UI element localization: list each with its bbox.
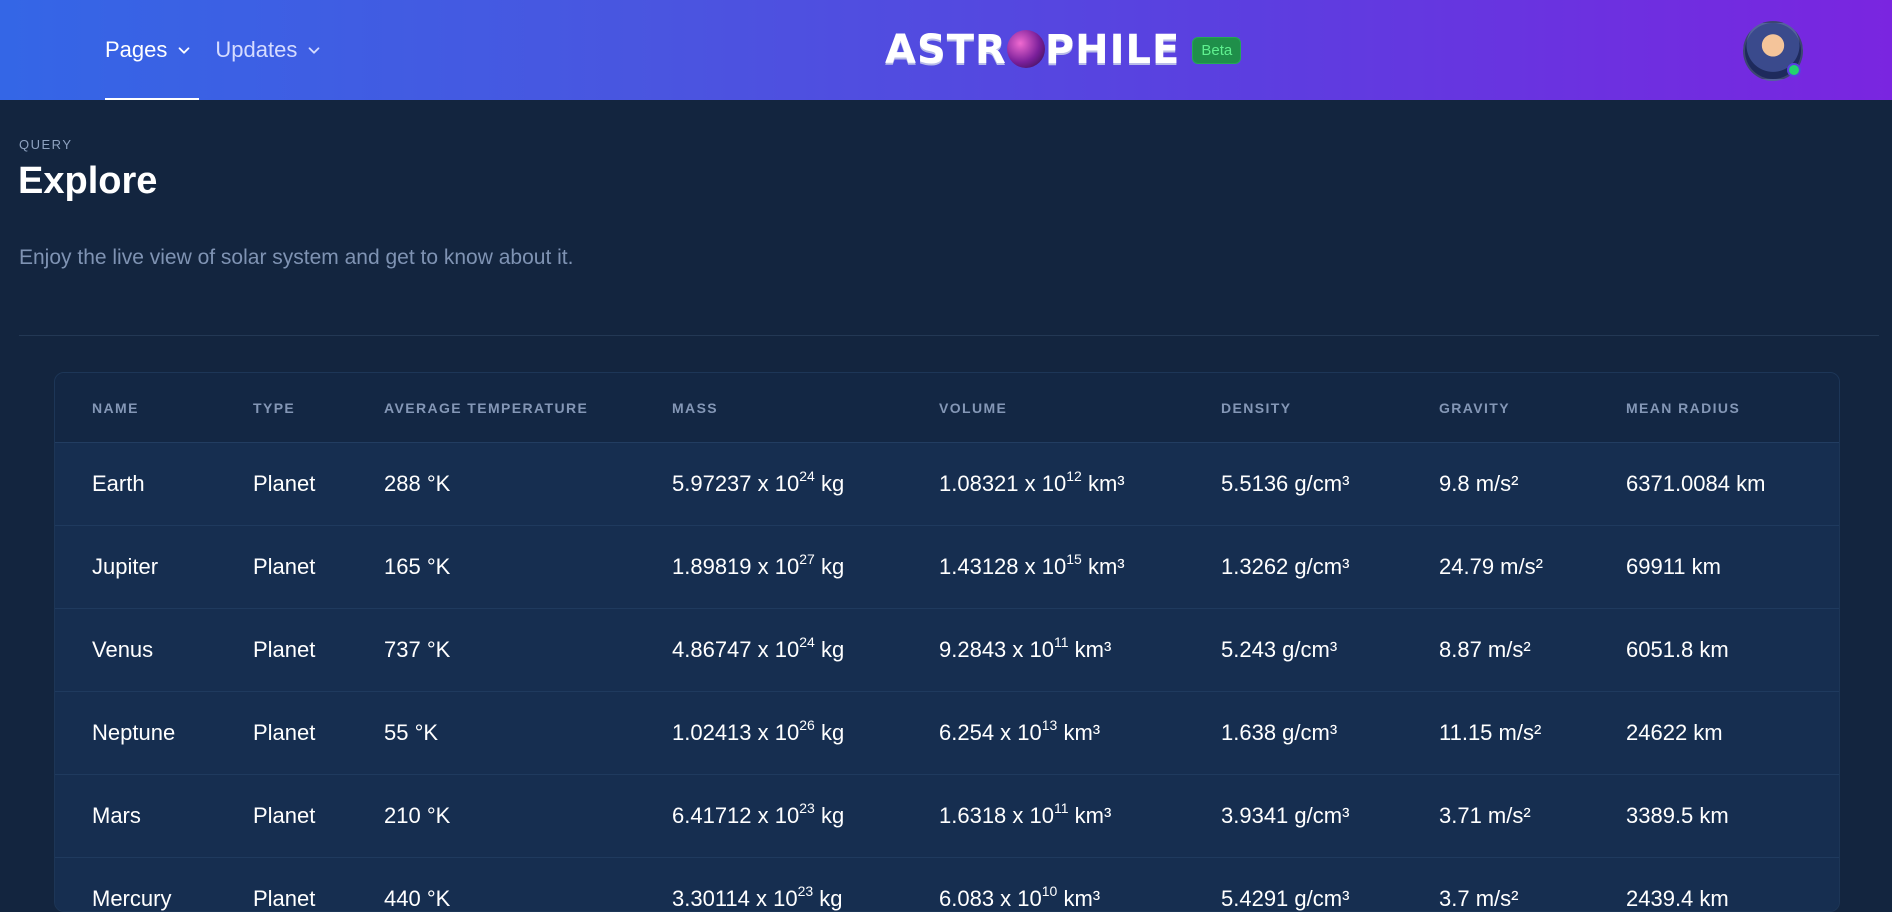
column-header-type[interactable]: TYPE	[253, 400, 295, 416]
column-header-mass[interactable]: MASS	[672, 400, 718, 416]
column-header-temperature[interactable]: AVERAGE TEMPERATURE	[384, 400, 588, 416]
cell-density: 1.3262 g/cm³	[1221, 554, 1350, 579]
cell-gravity: 9.8 m/s²	[1439, 471, 1519, 496]
table-row[interactable]: Jupiter Planet 165 °K 1.89819 x 1027 kg …	[55, 526, 1839, 609]
table-row[interactable]: Mars Planet 210 °K 6.41712 x 1023 kg 1.6…	[55, 775, 1839, 858]
chevron-down-icon	[178, 47, 190, 54]
cell-density: 1.638 g/cm³	[1221, 720, 1338, 745]
cell-volume: 1.6318 x 1011 km³	[939, 799, 1112, 828]
cell-type: Planet	[253, 471, 316, 496]
cell-mean-radius: 6051.8 km	[1626, 637, 1729, 662]
cell-gravity: 11.15 m/s²	[1439, 720, 1542, 745]
cell-temperature: 55 °K	[384, 720, 439, 745]
cell-volume: 1.43128 x 1015 km³	[939, 550, 1125, 579]
cell-name: Jupiter	[92, 554, 159, 579]
cell-gravity: 3.7 m/s²	[1439, 886, 1519, 911]
cell-name: Mercury	[92, 886, 172, 911]
cell-density: 5.5136 g/cm³	[1221, 471, 1350, 496]
cell-gravity: 24.79 m/s²	[1439, 554, 1543, 579]
cell-name: Mars	[92, 803, 141, 828]
cell-density: 5.4291 g/cm³	[1221, 886, 1350, 911]
cell-gravity: 8.87 m/s²	[1439, 637, 1531, 662]
chevron-down-icon	[308, 47, 320, 54]
table-row[interactable]: Venus Planet 737 °K 4.86747 x 1024 kg 9.…	[55, 609, 1839, 692]
cell-mean-radius: 2439.4 km	[1626, 886, 1729, 911]
cell-mean-radius: 3389.5 km	[1626, 803, 1729, 828]
cell-density: 3.9341 g/cm³	[1221, 803, 1350, 828]
cell-mass: 5.97237 x 1024 kg	[672, 467, 845, 496]
online-status-indicator	[1787, 63, 1801, 77]
cell-volume: 9.2843 x 1011 km³	[939, 633, 1112, 662]
table-row[interactable]: Mercury Planet 440 °K 3.30114 x 1023 kg …	[55, 858, 1839, 911]
cell-name: Earth	[92, 471, 145, 496]
cell-temperature: 165 °K	[384, 554, 451, 579]
planets-table: NAME TYPE AVERAGE TEMPERATURE MASS VOLUM…	[54, 372, 1840, 912]
cell-type: Planet	[253, 720, 316, 745]
nav-pages[interactable]: Pages	[105, 0, 200, 100]
cell-gravity: 3.71 m/s²	[1439, 803, 1531, 828]
cell-mass: 6.41712 x 1023 kg	[672, 799, 845, 828]
main-nav: Pages Updates	[105, 0, 345, 100]
cell-mean-radius: 24622 km	[1626, 720, 1723, 745]
cell-volume: 1.08321 x 1012 km³	[939, 467, 1125, 496]
cell-name: Venus	[92, 637, 154, 662]
top-navbar: Pages Updates ASTR PHILE Beta	[0, 0, 1892, 100]
column-header-density[interactable]: DENSITY	[1221, 400, 1291, 416]
page-subtitle: Enjoy the live view of solar system and …	[19, 246, 574, 269]
cell-mass: 1.89819 x 1027 kg	[672, 550, 845, 579]
column-header-name[interactable]: NAME	[92, 400, 139, 416]
table-row[interactable]: Neptune Planet 55 °K 1.02413 x 1026 kg 6…	[55, 692, 1839, 775]
cell-type: Planet	[253, 886, 316, 911]
cell-mass: 4.86747 x 1024 kg	[672, 633, 845, 662]
cell-temperature: 440 °K	[384, 886, 451, 911]
column-header-mean-radius[interactable]: MEAN RADIUS	[1626, 400, 1740, 416]
cell-mean-radius: 69911 km	[1626, 554, 1721, 579]
divider	[19, 335, 1879, 336]
column-header-gravity[interactable]: GRAVITY	[1439, 400, 1510, 416]
column-header-volume[interactable]: VOLUME	[939, 400, 1007, 416]
page-eyebrow: QUERY	[19, 137, 73, 152]
cell-name: Neptune	[92, 720, 176, 745]
cell-type: Planet	[253, 554, 316, 579]
beta-badge: Beta	[1192, 36, 1242, 64]
brand-wordmark: ASTR PHILE	[885, 27, 1181, 73]
planet-icon	[1006, 30, 1045, 68]
brand-logo[interactable]: ASTR PHILE Beta	[885, 20, 1242, 80]
cell-temperature: 210 °K	[384, 803, 451, 828]
table-row[interactable]: Earth Planet 288 °K 5.97237 x 1024 kg 1.…	[55, 443, 1839, 526]
table-header: NAME TYPE AVERAGE TEMPERATURE MASS VOLUM…	[55, 373, 1839, 443]
cell-type: Planet	[253, 803, 316, 828]
cell-density: 5.243 g/cm³	[1221, 637, 1338, 662]
cell-mass: 3.30114 x 1023 kg	[672, 882, 843, 911]
cell-mean-radius: 6371.0084 km	[1626, 471, 1766, 496]
nav-pages-label: Pages	[105, 37, 168, 62]
cell-temperature: 737 °K	[384, 637, 451, 662]
cell-mass: 1.02413 x 1026 kg	[672, 716, 845, 745]
cell-volume: 6.083 x 1010 km³	[939, 882, 1101, 911]
nav-updates-label: Updates	[215, 37, 298, 62]
cell-type: Planet	[253, 637, 316, 662]
nav-updates[interactable]: Updates	[215, 0, 323, 100]
cell-volume: 6.254 x 1013 km³	[939, 716, 1101, 745]
cell-temperature: 288 °K	[384, 471, 451, 496]
page-title: Explore	[18, 160, 158, 202]
